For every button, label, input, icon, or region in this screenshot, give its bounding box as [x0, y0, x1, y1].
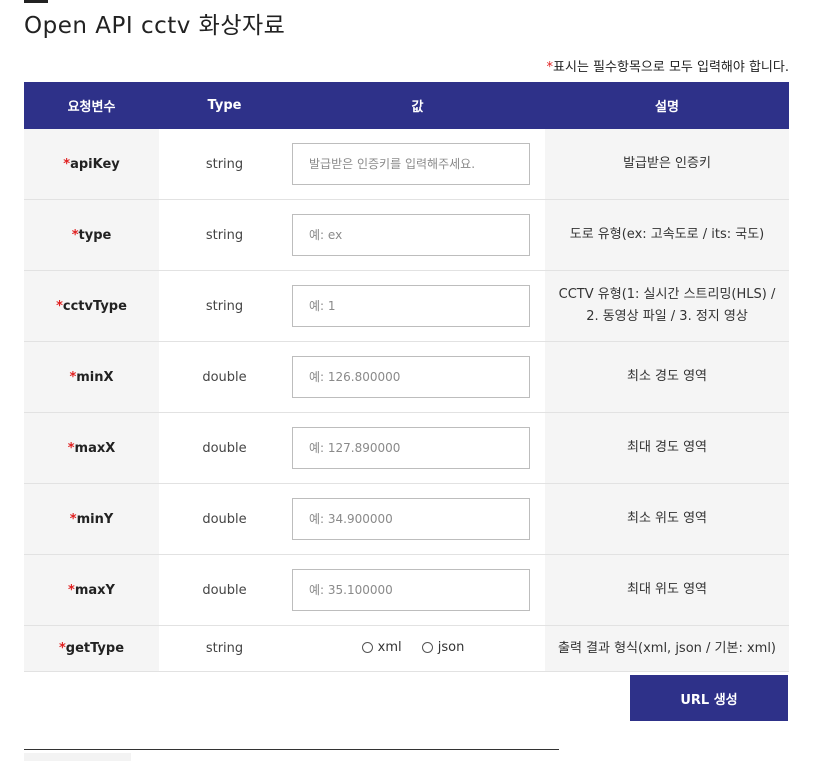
required-star: * — [67, 440, 75, 456]
required-star: * — [68, 582, 75, 598]
required-star: * — [56, 298, 63, 314]
table-row: *maxY double 최대 위도 영역 — [24, 554, 789, 626]
radio-json[interactable]: json — [421, 640, 465, 655]
param-type: string — [159, 270, 290, 342]
param-value-cell — [290, 412, 545, 484]
gettype-radio-group: xml json — [290, 640, 536, 657]
param-name-text: type — [78, 227, 112, 243]
table-row: *cctvType string CCTV 유형(1: 실시간 스트리밍(HLS… — [24, 270, 789, 342]
param-value-cell — [290, 554, 545, 626]
radio-json-label: json — [437, 640, 465, 655]
param-name: *minX — [24, 341, 159, 413]
param-desc: 최대 위도 영역 — [545, 554, 789, 626]
title-accent-bar — [24, 0, 48, 3]
radio-xml-label: xml — [377, 640, 402, 655]
miny-input[interactable] — [292, 498, 530, 540]
param-name: *apiKey — [24, 129, 159, 200]
param-desc: 최소 경도 영역 — [545, 341, 789, 413]
param-name-text: apiKey — [70, 156, 120, 172]
required-star: * — [58, 641, 66, 656]
radio-circle-icon[interactable] — [361, 642, 373, 653]
param-name: *getType — [24, 625, 159, 672]
param-name-text: getType — [65, 641, 125, 656]
param-name: *maxX — [24, 412, 159, 484]
radio-circle-icon[interactable] — [421, 642, 433, 653]
param-value-cell: xml json — [290, 625, 545, 672]
required-star: * — [69, 511, 77, 527]
param-desc: 도로 유형(ex: 고속도로 / its: 국도) — [545, 199, 789, 271]
param-name: *type — [24, 199, 159, 271]
param-type: string — [159, 625, 290, 672]
type-input[interactable] — [292, 214, 530, 256]
minx-input[interactable] — [292, 356, 530, 398]
param-name: *cctvType — [24, 270, 159, 342]
header-type: Type — [159, 82, 290, 129]
param-desc: 최소 위도 영역 — [545, 483, 789, 555]
param-type: string — [159, 129, 290, 200]
required-star: * — [71, 227, 79, 243]
param-value-cell — [290, 199, 545, 271]
param-name-text: maxY — [74, 582, 115, 598]
table-row: *type string 도로 유형(ex: 고속도로 / its: 국도) — [24, 199, 789, 271]
param-value-cell — [290, 483, 545, 555]
param-name-text: cctvType — [62, 298, 127, 314]
table-row: *minX double 최소 경도 영역 — [24, 341, 789, 413]
table-header-row: 요청변수 Type 값 설명 — [24, 82, 789, 129]
cctvtype-input[interactable] — [292, 285, 530, 327]
param-name: *maxY — [24, 554, 159, 626]
required-note-text: 표시는 필수항목으로 모두 입력해야 합니다. — [553, 60, 789, 75]
header-value: 값 — [290, 82, 545, 129]
divider — [24, 749, 559, 750]
bottom-tab-stub — [24, 753, 131, 761]
header-param: 요청변수 — [24, 82, 159, 129]
required-note: *표시는 필수항목으로 모두 입력해야 합니다. — [547, 56, 789, 75]
param-name-text: maxX — [74, 440, 116, 456]
table-row: *apiKey string 발급받은 인증키 — [24, 129, 789, 200]
header-description: 설명 — [545, 82, 789, 129]
apikey-input[interactable] — [292, 143, 530, 185]
param-value-cell — [290, 129, 545, 200]
param-name-text: minY — [76, 511, 114, 527]
param-desc: 최대 경도 영역 — [545, 412, 789, 484]
param-type: double — [159, 483, 290, 555]
param-type: double — [159, 412, 290, 484]
param-type: string — [159, 199, 290, 271]
param-name-text: minX — [76, 369, 114, 385]
api-params-table: 요청변수 Type 값 설명 *apiKey string 발급받은 인증키 *… — [24, 82, 789, 672]
radio-xml[interactable]: xml — [361, 640, 402, 655]
param-desc: CCTV 유형(1: 실시간 스트리밍(HLS) / 2. 동영상 파일 / 3… — [545, 270, 789, 342]
param-desc: 출력 결과 형식(xml, json / 기본: xml) — [545, 625, 789, 672]
table-row: *maxX double 최대 경도 영역 — [24, 412, 789, 484]
param-desc: 발급받은 인증키 — [545, 129, 789, 200]
maxx-input[interactable] — [292, 427, 530, 469]
param-type: double — [159, 341, 290, 413]
table-row: *getType string xml json 출력 결과 형식(xml, j… — [24, 625, 789, 672]
param-value-cell — [290, 270, 545, 342]
maxy-input[interactable] — [292, 569, 530, 611]
param-name: *minY — [24, 483, 159, 555]
param-type: double — [159, 554, 290, 626]
page-title: Open API cctv 화상자료 — [24, 13, 286, 39]
url-generate-button[interactable]: URL 생성 — [630, 675, 788, 721]
param-value-cell — [290, 341, 545, 413]
table-row: *minY double 최소 위도 영역 — [24, 483, 789, 555]
